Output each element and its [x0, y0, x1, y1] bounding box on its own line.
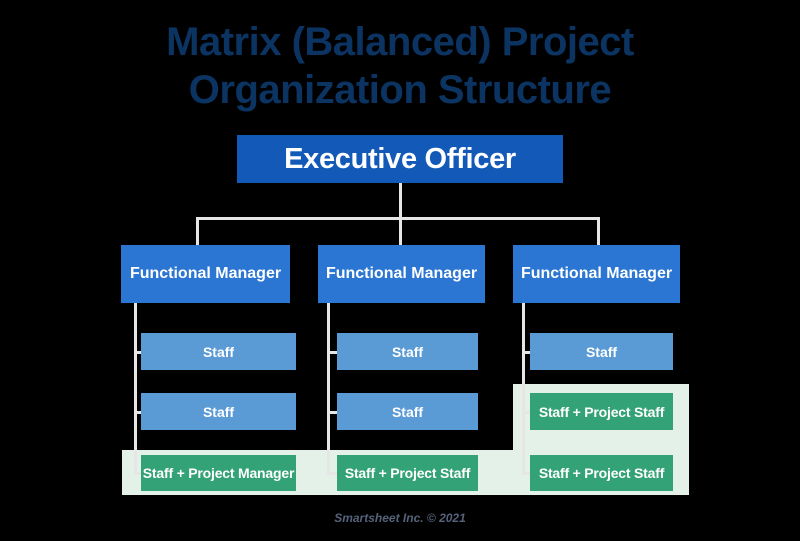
connector-col-2-spine: [327, 303, 330, 475]
staff-box-col-3-row-1[interactable]: Staff: [530, 333, 673, 370]
executive-officer-box[interactable]: Executive Officer: [237, 135, 563, 183]
connector-exec-down: [399, 183, 402, 219]
staff-project-manager-box-col-1[interactable]: Staff + Project Manager: [141, 455, 296, 491]
connector-bus-to-col-2: [399, 217, 402, 247]
connector-col-1-spine: [134, 303, 137, 475]
staff-box-col-1-row-1[interactable]: Staff: [141, 333, 296, 370]
connector-bus-to-col-1: [196, 217, 199, 247]
footer-credit: Smartsheet Inc. © 2021: [334, 511, 466, 525]
functional-manager-box-3[interactable]: Functional Manager: [513, 245, 680, 303]
page-title: Matrix (Balanced) Project Organization S…: [0, 18, 800, 114]
connector-bus-to-col-3: [597, 217, 600, 247]
staff-project-staff-box-col-3-row-3[interactable]: Staff + Project Staff: [530, 455, 673, 491]
staff-project-staff-box-col-3-row-2[interactable]: Staff + Project Staff: [530, 393, 673, 430]
staff-project-staff-box-col-2[interactable]: Staff + Project Staff: [337, 455, 478, 491]
connector-col-3-spine: [522, 303, 525, 475]
page-title-line-1: Matrix (Balanced) Project: [166, 20, 634, 64]
connector-manager-bus: [196, 217, 600, 220]
org-chart-canvas: Matrix (Balanced) Project Organization S…: [0, 0, 800, 541]
staff-box-col-1-row-2[interactable]: Staff: [141, 393, 296, 430]
functional-manager-box-2[interactable]: Functional Manager: [318, 245, 485, 303]
functional-manager-box-1[interactable]: Functional Manager: [121, 245, 290, 303]
staff-box-col-2-row-1[interactable]: Staff: [337, 333, 478, 370]
staff-box-col-2-row-2[interactable]: Staff: [337, 393, 478, 430]
page-title-line-2: Organization Structure: [188, 68, 612, 112]
